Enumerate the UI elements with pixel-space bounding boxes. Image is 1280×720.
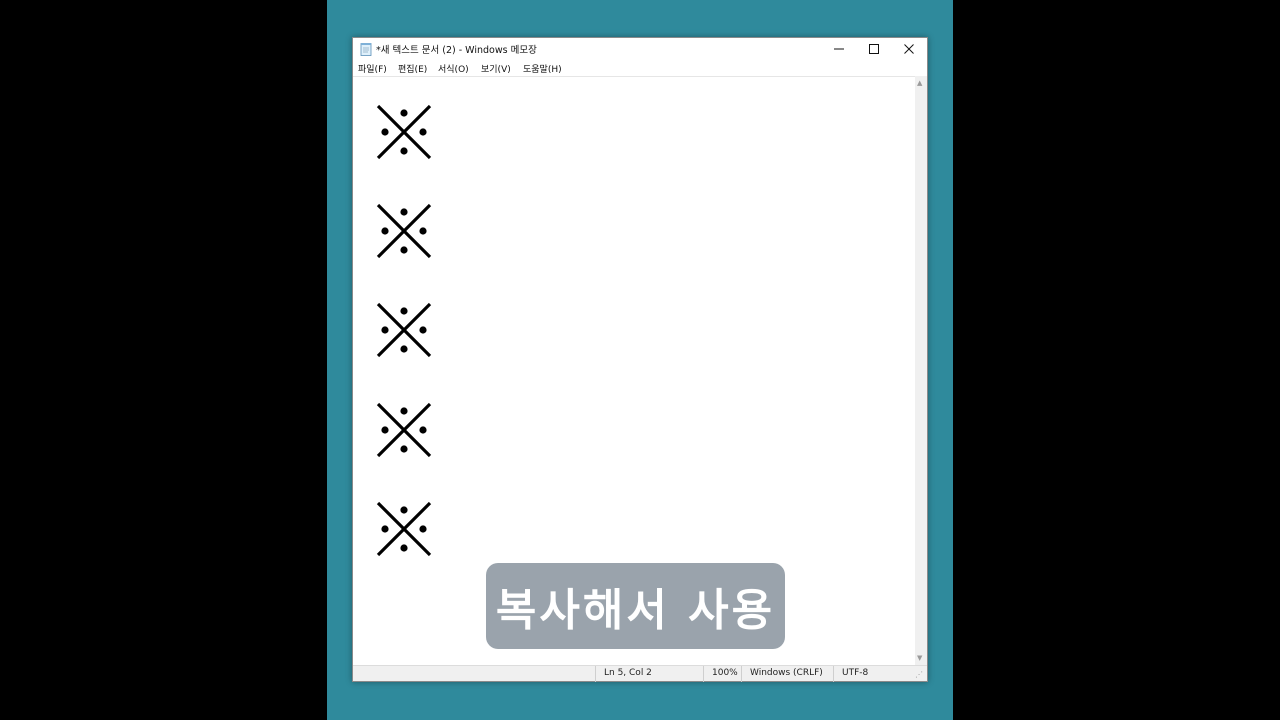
reference-mark-line-1: ※ [376,104,432,160]
status-zoom: 100% [703,666,741,682]
maximize-icon [869,44,879,54]
status-line-ending: Windows (CRLF) [741,666,833,682]
reference-mark-line-2: ※ [376,203,432,259]
menu-edit[interactable]: 편집(E) [398,62,427,75]
reference-mark-line-4: ※ [376,402,432,458]
menu-file[interactable]: 파일(F) [358,62,387,75]
menu-view[interactable]: 보기(V) [481,62,511,75]
notepad-icon [360,43,372,56]
menu-format[interactable]: 서식(O) [438,62,469,75]
close-button[interactable] [891,38,927,60]
status-cursor-position: Ln 5, Col 2 [595,666,703,682]
minimize-icon [834,48,844,50]
reference-mark-line-3: ※ [376,302,432,358]
title-bar[interactable]: *새 텍스트 문서 (2) - Windows 메모장 [353,38,927,60]
menu-help[interactable]: 도움말(H) [523,62,562,75]
status-bar: Ln 5, Col 2 100% Windows (CRLF) UTF-8 ⋰ [353,665,927,682]
status-encoding: UTF-8 [833,666,915,682]
scroll-up-arrow-icon[interactable]: ▲ [917,79,922,87]
vertical-scrollbar[interactable]: ▲ ▼ [915,76,927,665]
caption-overlay: 복사해서 사용 [486,563,785,649]
maximize-button[interactable] [856,38,892,60]
resize-grip-icon[interactable]: ⋰ [915,670,923,679]
caption-text: 복사해서 사용 [495,585,776,636]
menu-bar: 파일(F) 편집(E) 서식(O) 보기(V) 도움말(H) [353,60,927,77]
minimize-button[interactable] [821,38,857,60]
window-title: *새 텍스트 문서 (2) - Windows 메모장 [376,45,537,56]
scroll-down-arrow-icon[interactable]: ▼ [917,654,922,662]
reference-mark-line-5: ※ [376,501,432,557]
close-icon [904,44,914,54]
